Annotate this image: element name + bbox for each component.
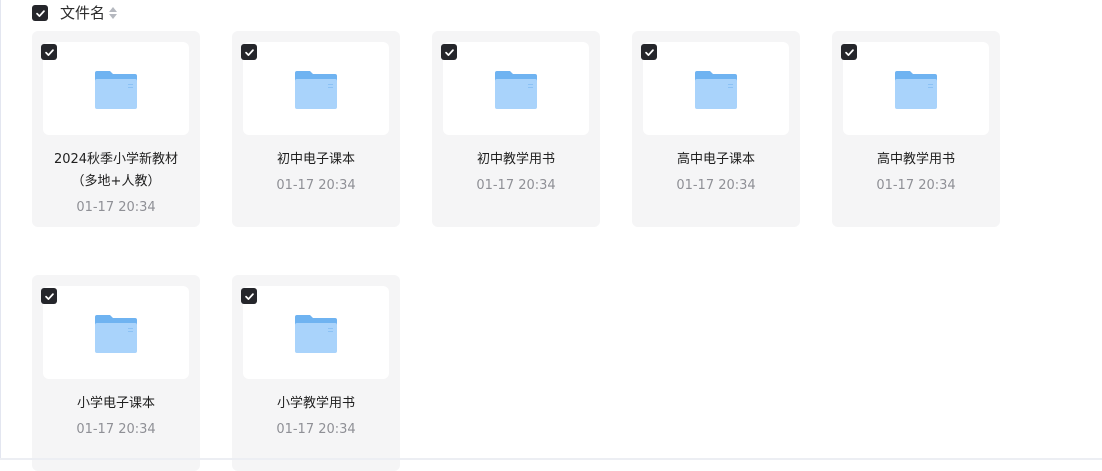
file-card[interactable]: 小学教学用书 01-17 20:34 <box>232 275 400 471</box>
select-all-checkbox[interactable] <box>32 5 48 21</box>
file-modified-time: 01-17 20:34 <box>76 422 156 437</box>
file-thumbnail[interactable] <box>243 42 389 135</box>
file-card[interactable]: 2024秋季小学新教材 （多地+人教） 01-17 20:34 <box>32 31 200 227</box>
file-thumbnail[interactable] <box>43 286 189 379</box>
file-card[interactable]: 初中电子课本 01-17 20:34 <box>232 31 400 227</box>
folder-icon <box>295 314 337 353</box>
folder-icon <box>295 70 337 109</box>
file-card[interactable]: 初中教学用书 01-17 20:34 <box>432 31 600 227</box>
folder-icon <box>95 70 137 109</box>
file-name[interactable]: 小学教学用书 <box>238 393 394 415</box>
folder-icon <box>895 70 937 109</box>
check-icon <box>444 48 454 56</box>
file-name[interactable]: 高中电子课本 <box>638 149 794 171</box>
file-card[interactable]: 高中教学用书 01-17 20:34 <box>832 31 1000 227</box>
file-modified-time: 01-17 20:34 <box>276 422 356 437</box>
file-name[interactable]: 2024秋季小学新教材 （多地+人教） <box>38 149 194 193</box>
file-checkbox[interactable] <box>241 288 257 304</box>
left-border <box>0 0 1 460</box>
file-name[interactable]: 初中电子课本 <box>238 149 394 171</box>
file-modified-time: 01-17 20:34 <box>876 178 956 193</box>
file-grid: 2024秋季小学新教材 （多地+人教） 01-17 20:34 初中电子课本 0… <box>32 31 1032 471</box>
file-checkbox[interactable] <box>441 44 457 60</box>
file-modified-time: 01-17 20:34 <box>76 200 156 215</box>
file-card[interactable]: 小学电子课本 01-17 20:34 <box>32 275 200 471</box>
file-name[interactable]: 初中教学用书 <box>438 149 594 171</box>
folder-icon <box>95 314 137 353</box>
file-checkbox[interactable] <box>241 44 257 60</box>
folder-icon <box>495 70 537 109</box>
file-thumbnail[interactable] <box>43 42 189 135</box>
sort-icon[interactable] <box>109 6 118 20</box>
filename-column-label[interactable]: 文件名 <box>60 3 105 23</box>
file-thumbnail[interactable] <box>843 42 989 135</box>
file-modified-time: 01-17 20:34 <box>276 178 356 193</box>
file-name[interactable]: 高中教学用书 <box>838 149 994 171</box>
file-checkbox[interactable] <box>41 44 57 60</box>
file-checkbox[interactable] <box>41 288 57 304</box>
check-icon <box>244 292 254 300</box>
check-icon <box>44 48 54 56</box>
folder-icon <box>695 70 737 109</box>
check-icon <box>844 48 854 56</box>
list-header: 文件名 <box>32 3 118 23</box>
file-card[interactable]: 高中电子课本 01-17 20:34 <box>632 31 800 227</box>
file-checkbox[interactable] <box>841 44 857 60</box>
check-icon <box>44 292 54 300</box>
check-icon <box>244 48 254 56</box>
file-modified-time: 01-17 20:34 <box>476 178 556 193</box>
file-thumbnail[interactable] <box>643 42 789 135</box>
file-thumbnail[interactable] <box>443 42 589 135</box>
check-icon <box>35 9 45 17</box>
file-thumbnail[interactable] <box>243 286 389 379</box>
file-modified-time: 01-17 20:34 <box>676 178 756 193</box>
check-icon <box>644 48 654 56</box>
file-name[interactable]: 小学电子课本 <box>38 393 194 415</box>
file-checkbox[interactable] <box>641 44 657 60</box>
